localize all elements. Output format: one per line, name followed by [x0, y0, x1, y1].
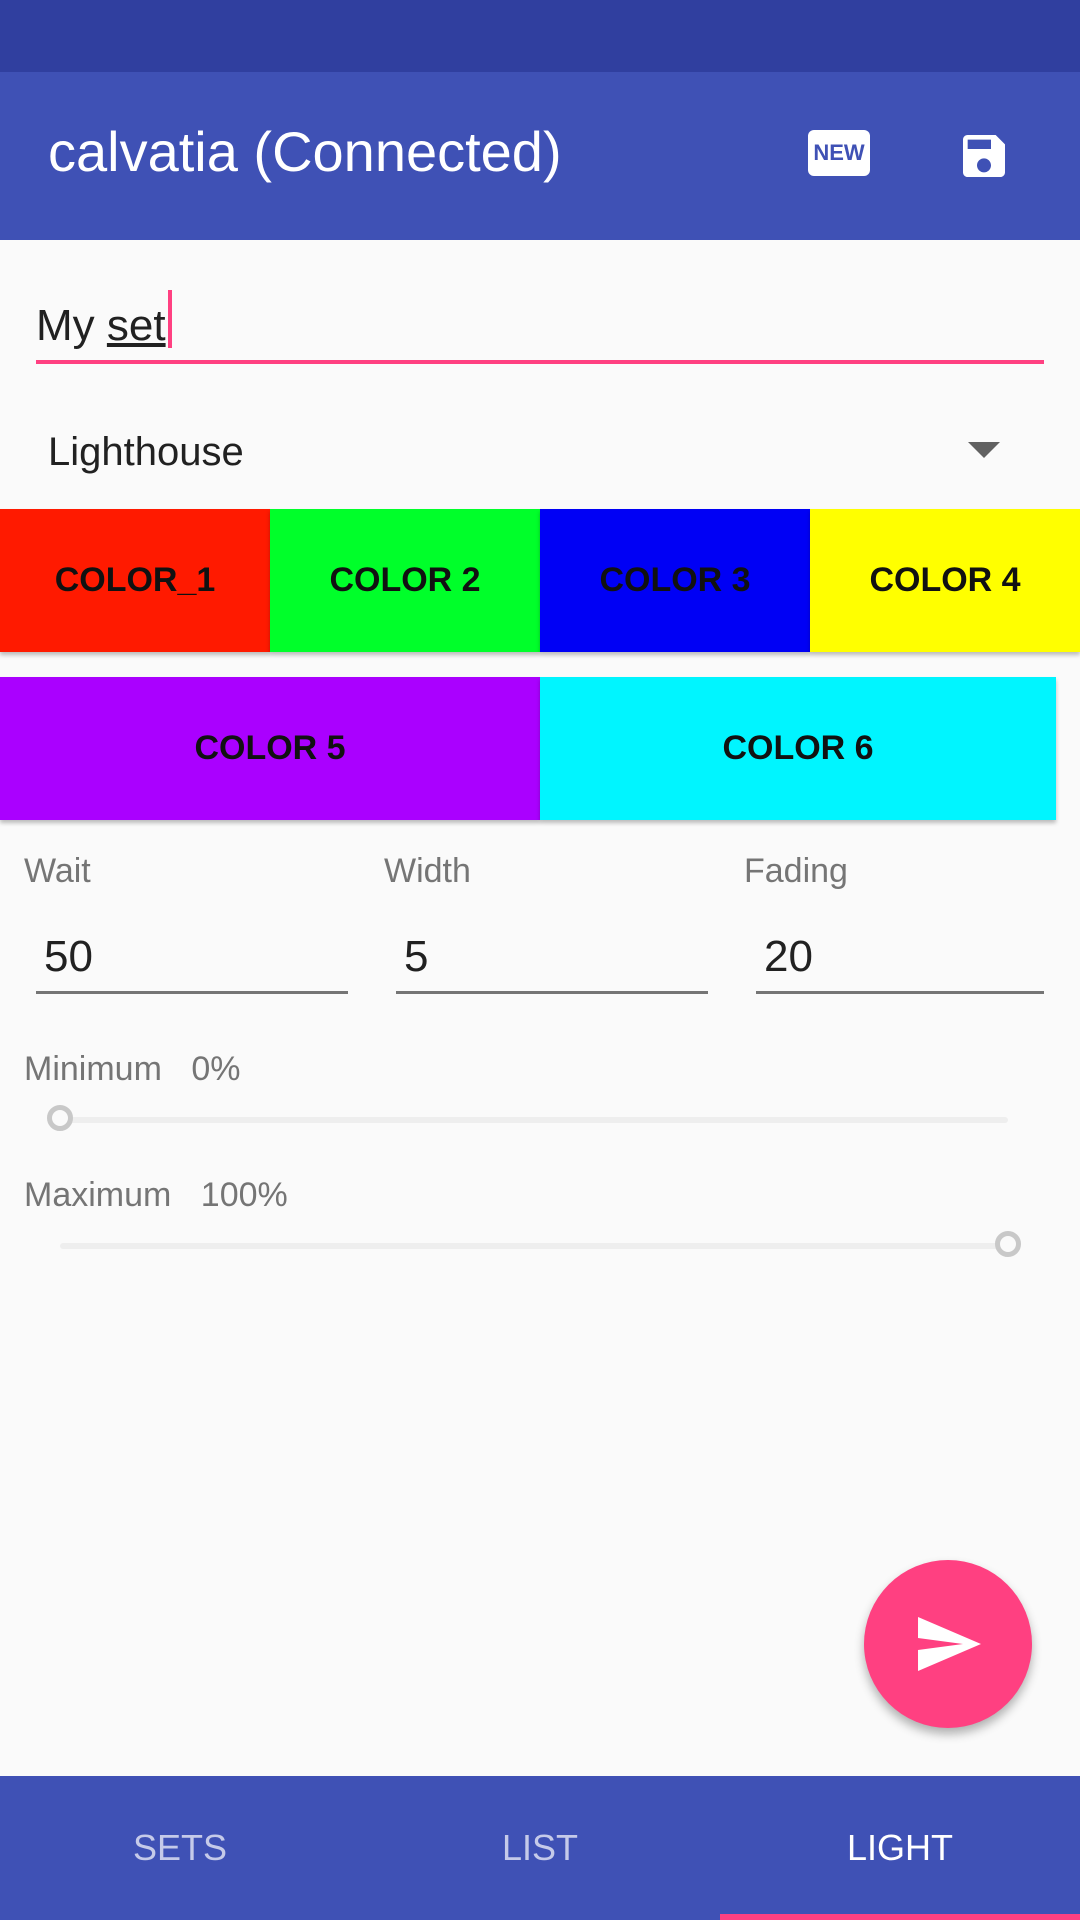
wait-underline	[36, 991, 348, 994]
minimum-track	[60, 1117, 1008, 1123]
send-button[interactable]	[864, 1560, 1032, 1728]
color-button-5[interactable]: COLOR 5	[0, 677, 540, 820]
wait-label: Wait	[24, 852, 91, 890]
color-button-4[interactable]: COLOR 4	[810, 509, 1080, 652]
maximum-label: Maximum 100%	[24, 1176, 288, 1215]
width-label: Width	[384, 852, 471, 890]
tab-sets-label: SETS	[132, 1827, 228, 1868]
minimum-label: Minimum 0%	[24, 1050, 241, 1089]
set-name-field[interactable]: My set	[36, 290, 1044, 366]
mode-spinner[interactable]: Lighthouse	[36, 410, 1044, 490]
wait-input[interactable]: 50	[36, 926, 348, 994]
maximum-slider[interactable]	[60, 1226, 1021, 1266]
set-name-word: set	[106, 301, 166, 350]
fading-underline	[756, 991, 1044, 994]
color-button-3[interactable]: COLOR 3	[540, 509, 810, 652]
color-button-label: COLOR 6	[722, 729, 874, 767]
minimum-value: 0%	[191, 1050, 241, 1088]
width-input[interactable]: 5	[396, 926, 708, 994]
save-icon[interactable]	[956, 128, 1012, 184]
color-button-1[interactable]: COLOR_1	[0, 509, 270, 652]
color-button-label: COLOR 3	[599, 561, 751, 599]
width-underline	[396, 991, 708, 994]
tab-list-label: LIST	[501, 1827, 579, 1868]
color-button-label: COLOR 2	[329, 561, 481, 599]
dropdown-arrow-icon	[968, 442, 1000, 458]
color-button-label: COLOR 5	[194, 729, 346, 767]
set-name-underline	[36, 360, 1044, 364]
tab-list[interactable]: LIST	[360, 1776, 720, 1920]
maximum-value: 100%	[200, 1176, 288, 1214]
new-icon-text: NEW	[813, 140, 865, 165]
bottom-tab-bar: SETS LIST LIGHT	[0, 1776, 1080, 1920]
fading-value: 20	[764, 932, 813, 981]
color-button-6[interactable]: COLOR 6	[540, 677, 1056, 820]
set-name-input[interactable]: My set	[36, 290, 1044, 362]
tab-light[interactable]: LIGHT	[720, 1776, 1080, 1920]
app-title: calvatia (Connected)	[48, 120, 562, 183]
text-caret	[167, 290, 172, 348]
status-bar	[0, 0, 1080, 72]
send-icon	[918, 1617, 981, 1671]
tab-light-label: LIGHT	[846, 1827, 953, 1868]
tab-sets[interactable]: SETS	[0, 1776, 360, 1920]
width-value: 5	[404, 932, 429, 981]
app-bar: calvatia (Connected) NEW	[0, 72, 1080, 240]
maximum-thumb[interactable]	[995, 1231, 1021, 1257]
maximum-track	[60, 1243, 1008, 1249]
minimum-slider[interactable]	[47, 1100, 1008, 1140]
fading-input[interactable]: 20	[756, 926, 1044, 994]
color-button-label: COLOR 4	[869, 561, 1021, 599]
minimum-label-text: Minimum	[24, 1050, 162, 1088]
active-tab-indicator	[720, 1914, 1080, 1920]
fading-label: Fading	[744, 852, 848, 890]
minimum-thumb[interactable]	[47, 1105, 73, 1131]
wait-value: 50	[44, 932, 93, 981]
color-button-2[interactable]: COLOR 2	[270, 509, 540, 652]
color-button-label: COLOR_1	[54, 561, 216, 599]
maximum-label-text: Maximum	[24, 1176, 172, 1214]
set-name-prefix: My	[36, 301, 107, 350]
new-icon[interactable]: NEW	[808, 130, 870, 176]
mode-spinner-value: Lighthouse	[48, 430, 244, 474]
